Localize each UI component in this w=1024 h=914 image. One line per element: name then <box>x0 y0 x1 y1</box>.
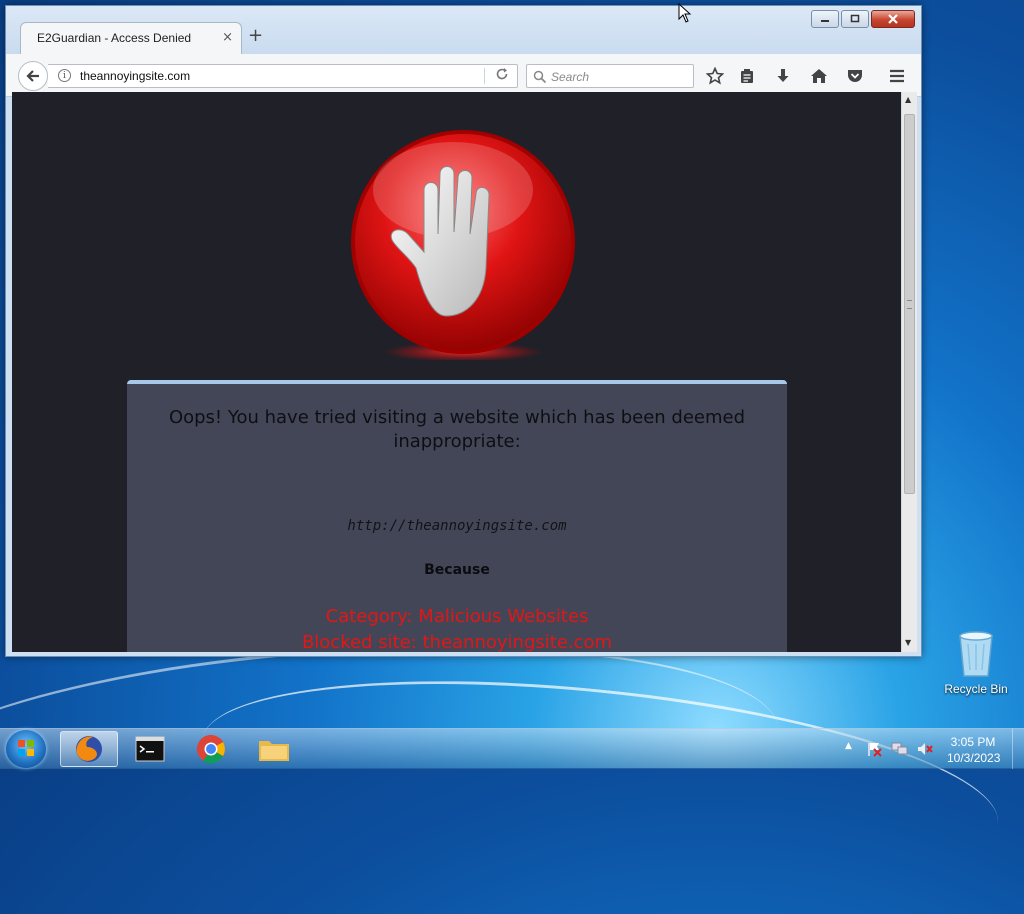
minimize-button[interactable] <box>811 10 839 28</box>
tab-close-icon[interactable]: × <box>222 30 233 45</box>
scrollbar-thumb[interactable] <box>904 114 915 494</box>
network-icon[interactable] <box>891 741 909 761</box>
show-desktop-button[interactable] <box>1012 729 1024 769</box>
pocket-icon[interactable] <box>844 65 866 87</box>
download-icon[interactable] <box>772 65 794 87</box>
search-icon <box>533 69 547 88</box>
close-icon <box>888 14 898 24</box>
blocked-site-reason: Blocked site: theannoyingsite.com <box>301 632 613 652</box>
home-icon[interactable] <box>808 65 830 87</box>
mouse-cursor-icon <box>678 3 692 23</box>
cmd-icon <box>135 736 165 762</box>
url-text[interactable]: theannoyingsite.com <box>80 69 190 83</box>
start-button[interactable] <box>6 730 46 768</box>
blocked-url: http://theannoyingsite.com <box>347 518 567 534</box>
maximize-button[interactable] <box>841 10 869 28</box>
window-controls <box>811 10 915 28</box>
taskbar-explorer[interactable] <box>245 731 303 767</box>
stop-hand-icon <box>348 130 578 362</box>
hamburger-menu-icon[interactable] <box>886 65 908 87</box>
taskbar: ▲ 3:05 PM 10/3/2023 <box>0 728 1024 769</box>
flag-icon[interactable] <box>866 741 882 761</box>
reload-icon[interactable] <box>495 67 509 85</box>
category-reason: Category: Malicious Websites <box>325 606 589 627</box>
folder-icon <box>259 741 289 761</box>
clock-time: 3:05 PM <box>950 735 996 749</box>
taskbar-chrome[interactable] <box>182 731 240 767</box>
title-bar[interactable]: E2Guardian - Access Denied × + <box>6 6 921 54</box>
page-title: Oops! You have tried visiting a website … <box>168 407 746 452</box>
navigation-toolbar: i theannoyingsite.com Search <box>6 54 921 97</box>
firefox-icon <box>76 736 102 762</box>
taskbar-command-prompt[interactable] <box>121 731 179 767</box>
recycle-bin-icon <box>959 631 993 677</box>
page-viewport: Oops! You have tried visiting a website … <box>12 92 901 652</box>
because-label: Because <box>424 562 490 578</box>
recycle-bin-label: Recycle Bin <box>944 682 1008 696</box>
bookmark-star-icon[interactable] <box>704 65 726 87</box>
back-arrow-icon <box>26 70 39 82</box>
vertical-scrollbar[interactable]: ▲ ▼ <box>901 92 917 652</box>
address-bar[interactable]: i theannoyingsite.com <box>48 64 518 88</box>
search-placeholder: Search <box>551 70 590 84</box>
reading-list-icon[interactable] <box>736 65 758 87</box>
volume-muted-icon[interactable] <box>916 741 934 761</box>
search-input[interactable]: Search <box>526 64 694 88</box>
scroll-up-icon[interactable]: ▲ <box>905 95 911 104</box>
clock-date: 10/3/2023 <box>947 751 1001 765</box>
minimize-icon <box>821 20 829 22</box>
denied-message-card: Oops! You have tried visiting a website … <box>127 380 787 652</box>
show-hidden-icons-icon[interactable]: ▲ <box>845 741 852 751</box>
maximize-icon <box>850 14 860 23</box>
browser-window: E2Guardian - Access Denied × + i theanno… <box>5 5 922 657</box>
scroll-down-icon[interactable]: ▼ <box>905 638 911 647</box>
close-button[interactable] <box>871 10 915 28</box>
system-clock[interactable]: 3:05 PM 10/3/2023 <box>947 734 1001 766</box>
tab-access-denied[interactable]: E2Guardian - Access Denied × <box>20 22 242 54</box>
url-divider <box>484 68 485 84</box>
windows-logo-icon <box>18 740 34 756</box>
tab-title: E2Guardian - Access Denied <box>37 31 192 45</box>
chrome-icon <box>197 735 225 764</box>
new-tab-button[interactable]: + <box>248 25 263 46</box>
back-button[interactable] <box>18 61 48 91</box>
info-icon[interactable]: i <box>58 69 71 82</box>
recycle-bin[interactable]: Recycle Bin <box>940 630 1012 696</box>
taskbar-firefox[interactable] <box>60 731 118 767</box>
